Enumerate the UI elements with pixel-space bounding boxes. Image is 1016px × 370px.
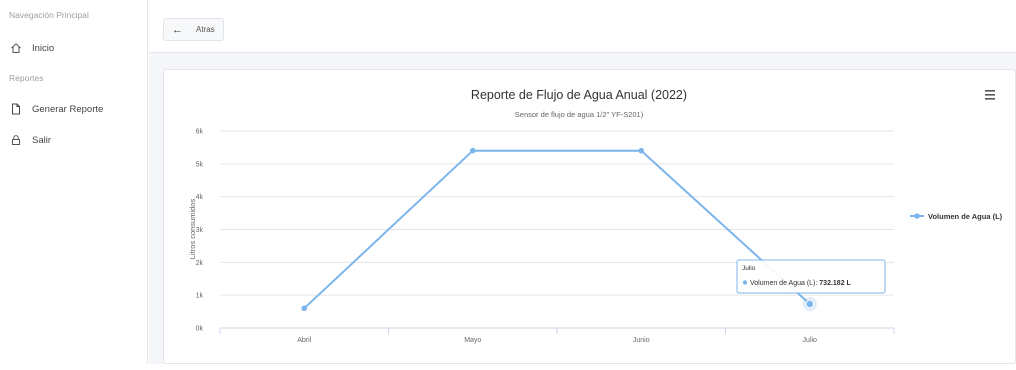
y-tick-label: 4k [196,194,204,201]
legend-item-label[interactable]: Volumen de Agua (L) [928,212,1003,221]
tooltip: Julio Volumen de Agua (L): 732.182 L [736,259,886,294]
water-flow-chart: Reporte de Flujo de Agua Anual (2022) Se… [188,88,1003,344]
y-tick-label: 3k [196,227,204,234]
sidebar-item-salir[interactable]: Salir [9,131,51,149]
legend[interactable]: Volumen de Agua (L) [910,212,1003,221]
x-axis-ticks: Abril Mayo Junio Julio [219,328,895,344]
legend-marker [914,213,920,219]
y-axis-ticks: 0k 1k 2k 3k 4k 5k 6k [196,129,204,333]
hamburger-menu-icon[interactable] [982,88,998,102]
x-tick-label: Abril [297,337,311,344]
chart-card: Reporte de Flujo de Agua Anual (2022) Se… [163,69,1016,364]
chart-subtitle: Sensor de flujo de agua 1/2" YF-S201) [515,110,644,119]
arrow-left-icon: ← [172,23,183,36]
x-tick-label: Mayo [464,337,481,344]
document-icon [9,102,23,116]
sidebar-item-label: Salir [32,134,52,146]
y-tick-label: 5k [196,161,204,168]
home-icon [9,41,23,55]
tooltip-header: Julio [742,265,756,272]
sidebar-item-inicio[interactable]: Inicio [9,39,54,57]
chart-title: Reporte de Flujo de Agua Anual (2022) [471,88,687,102]
reports-heading: Reportes [9,73,44,83]
data-point[interactable] [638,147,645,154]
y-tick-label: 6k [196,129,204,136]
x-tick-label: Junio [633,337,650,344]
data-point[interactable] [469,147,476,154]
tooltip-value: 732.182 L [819,280,851,287]
data-point[interactable] [805,299,815,309]
x-tick-label: Julio [803,337,818,344]
y-tick-label: 0k [196,326,204,333]
nav-heading: Navegación Principal [9,10,89,20]
tooltip-marker [742,280,748,285]
back-button[interactable]: ← Atras [163,18,224,41]
main-content: ← Atras Reporte de Flujo de Agua Anual (… [149,0,1016,364]
lock-icon [9,133,23,147]
y-tick-label: 2k [196,260,204,267]
sidebar-item-label: Generar Reporte [32,103,104,115]
tooltip-label: Volumen de Agua (L): 732.182 L [750,280,852,287]
sidebar: Navegación Principal Inicio Reportes Gen… [0,0,148,364]
sidebar-item-generar-reporte[interactable]: Generar Reporte [9,100,103,118]
grid-lines [220,130,894,329]
tooltip-box [736,259,886,294]
back-button-label: Atras [196,25,215,34]
y-tick-label: 1k [196,293,204,300]
top-bar: ← Atras [149,0,1016,53]
sidebar-item-label: Inicio [32,42,55,54]
data-point[interactable] [301,305,308,312]
